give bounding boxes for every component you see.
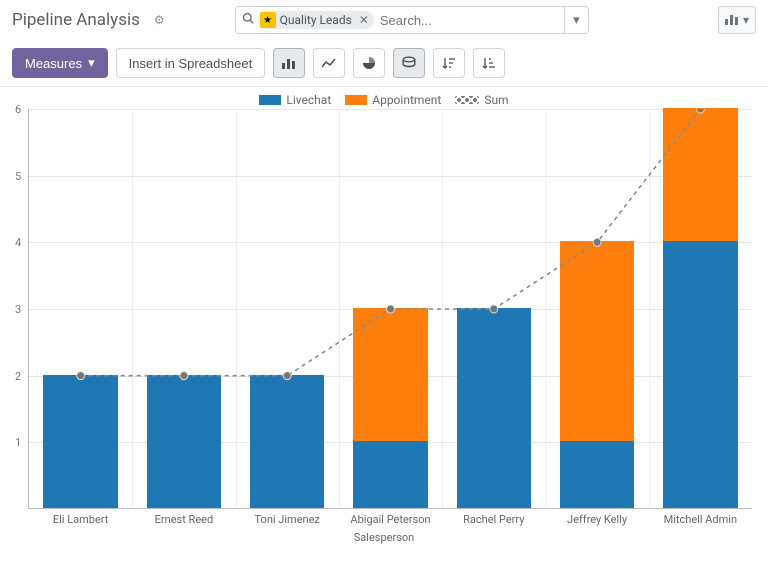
measures-label: Measures [25, 56, 82, 71]
vgrid [649, 109, 650, 508]
legend-item-livechat[interactable]: Livechat [259, 93, 331, 107]
insert-spreadsheet-button[interactable]: Insert in Spreadsheet [116, 48, 266, 78]
chart-view-icon [725, 13, 739, 28]
x-tick-label: Mitchell Admin [664, 513, 737, 526]
bar-segment[interactable] [663, 108, 737, 241]
plot: 123456Eli LambertErnest ReedToni Jimenez… [28, 109, 752, 509]
sort-asc-button[interactable] [473, 48, 505, 78]
line-chart-button[interactable] [313, 48, 345, 78]
y-tick-label: 5 [15, 170, 21, 183]
gear-icon[interactable]: ⚙ [154, 13, 165, 27]
legend-item-sum[interactable]: Sum [455, 93, 508, 107]
bar-segment[interactable] [560, 241, 634, 441]
bar-segment[interactable] [663, 241, 737, 508]
legend-swatch-sum [455, 96, 479, 104]
y-tick-label: 1 [15, 436, 21, 449]
vgrid [545, 109, 546, 508]
bar-segment[interactable] [353, 308, 427, 441]
legend-item-appointment[interactable]: Appointment [345, 93, 441, 107]
bar-segment[interactable] [147, 375, 221, 508]
y-tick-label: 4 [15, 236, 21, 249]
x-tick-label: Abigail Peterson [350, 513, 430, 526]
measures-button[interactable]: Measures ▾ [12, 48, 108, 78]
bar-segment[interactable] [353, 441, 427, 508]
sort-desc-button[interactable] [433, 48, 465, 78]
legend-swatch-orange [345, 95, 367, 105]
stacked-button[interactable] [393, 48, 425, 78]
gridline: 4 [29, 242, 752, 243]
x-tick-label: Toni Jimenez [255, 513, 320, 526]
y-tick-label: 3 [15, 303, 21, 316]
header: Pipeline Analysis ⚙ ★ Quality Leads ✕ ▾ … [0, 0, 768, 40]
x-axis-title: Salesperson [10, 531, 758, 544]
search-filter-tag: ★ Quality Leads ✕ [258, 11, 374, 29]
legend-label: Appointment [372, 93, 441, 107]
legend-swatch-blue [259, 95, 281, 105]
bar-segment[interactable] [560, 441, 634, 508]
legend-label: Livechat [286, 93, 331, 107]
vgrid [442, 109, 443, 508]
search-icon [242, 12, 254, 28]
caret-down-icon: ▾ [743, 13, 749, 27]
toolbar: Measures ▾ Insert in Spreadsheet [0, 40, 768, 87]
caret-down-icon: ▾ [573, 13, 580, 28]
y-tick-label: 6 [15, 103, 21, 116]
search-box[interactable]: ★ Quality Leads ✕ [235, 6, 565, 34]
close-icon[interactable]: ✕ [356, 13, 372, 27]
pie-chart-button[interactable] [353, 48, 385, 78]
x-tick-label: Jeffrey Kelly [567, 513, 627, 526]
vgrid [339, 109, 340, 508]
search-dropdown[interactable]: ▾ [565, 6, 589, 34]
search-input[interactable] [378, 12, 558, 29]
search-wrap: ★ Quality Leads ✕ ▾ [235, 6, 589, 34]
search-filter-label: Quality Leads [278, 13, 354, 27]
star-icon: ★ [260, 12, 276, 28]
chart-area: Livechat Appointment Sum 1 2 3 4 5 6 Eli Lambe… [0, 87, 768, 544]
bar-segment[interactable] [43, 375, 117, 508]
bar-chart-button[interactable] [273, 48, 305, 78]
gridline: 6 [29, 109, 752, 110]
x-tick-label: Eli Lambert [53, 513, 109, 526]
view-switcher[interactable]: ▾ [718, 6, 756, 34]
legend-label: Sum [484, 93, 508, 107]
gridline: 5 [29, 176, 752, 177]
bar-segment[interactable] [250, 375, 324, 508]
page-title: Pipeline Analysis [12, 10, 140, 30]
x-tick-label: Rachel Perry [463, 513, 524, 526]
caret-down-icon: ▾ [88, 55, 95, 71]
vgrid [236, 109, 237, 508]
vgrid [132, 109, 133, 508]
y-tick-label: 2 [15, 370, 21, 383]
x-tick-label: Ernest Reed [155, 513, 214, 526]
bar-segment[interactable] [457, 308, 531, 508]
legend: Livechat Appointment Sum [10, 93, 758, 107]
